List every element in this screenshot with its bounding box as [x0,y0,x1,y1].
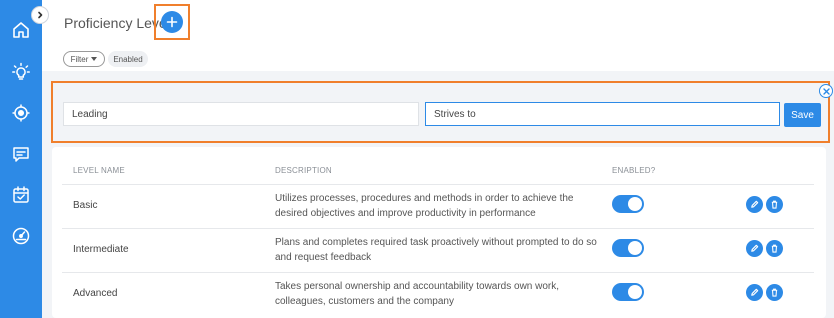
enabled-toggle[interactable] [612,239,644,257]
edit-button[interactable] [746,284,763,301]
trash-icon [771,244,778,253]
level-name: Advanced [73,288,118,299]
enabled-toggle[interactable] [612,283,644,301]
home-icon[interactable] [11,20,31,40]
level-name: Intermediate [73,244,129,255]
column-header-description: DESCRIPTION [275,166,332,175]
pencil-icon [751,244,759,252]
level-name-input[interactable] [63,102,419,126]
calendar-check-icon[interactable] [11,185,31,205]
enabled-filter-chip[interactable]: Enabled [108,51,148,67]
table-row: Basic Utilizes processes, procedures and… [62,184,814,228]
column-header-level-name: LEVEL NAME [73,166,125,175]
add-level-button[interactable] [161,11,183,33]
toggle-knob [628,285,642,299]
chevron-right-icon [38,11,43,19]
level-description: Utilizes processes, procedures and metho… [275,193,574,219]
level-description: Plans and completes required task proact… [275,237,597,263]
table-row: Intermediate Plans and completes require… [62,228,814,272]
save-button[interactable]: Save [784,103,821,127]
edit-form: Save [51,81,830,143]
level-name: Basic [73,200,98,211]
levels-table: LEVEL NAME DESCRIPTION ENABLED? Basic Ut… [52,147,826,318]
table-row: Advanced Takes personal ownership and ac… [62,272,814,316]
chat-icon[interactable] [11,144,31,164]
page-header: Proficiency Level Filter Enabled [42,0,834,71]
filter-label: Filter [70,54,89,64]
delete-button[interactable] [766,240,783,257]
column-header-enabled: ENABLED? [612,166,656,175]
toggle-knob [628,241,642,255]
trash-icon [771,200,778,209]
target-icon[interactable] [11,103,31,123]
add-highlight [154,4,190,40]
pencil-icon [751,288,759,296]
delete-button[interactable] [766,284,783,301]
enabled-toggle[interactable] [612,195,644,213]
plus-icon [166,16,178,28]
filter-button[interactable]: Filter [63,51,105,67]
level-description: Takes personal ownership and accountabil… [275,281,560,307]
close-icon [822,87,830,95]
delete-button[interactable] [766,196,783,213]
trash-icon [771,288,778,297]
sidebar [0,0,42,318]
edit-button[interactable] [746,240,763,257]
toggle-knob [628,197,642,211]
edit-button[interactable] [746,196,763,213]
description-input[interactable] [425,102,780,126]
caret-down-icon [91,57,98,61]
dashboard-icon[interactable] [11,226,31,246]
close-form-button[interactable] [819,84,833,98]
pencil-icon [751,200,759,208]
lightbulb-icon[interactable] [11,62,31,82]
sidebar-toggle-button[interactable] [31,6,49,24]
